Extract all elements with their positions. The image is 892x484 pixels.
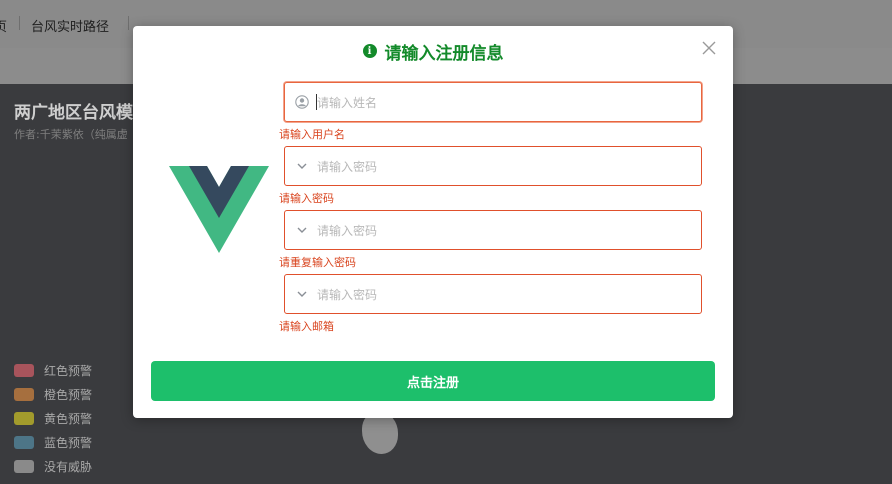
password-input[interactable]: 请输入密码 xyxy=(284,146,702,186)
password-placeholder: 请输入密码 xyxy=(317,160,378,174)
legend-swatch xyxy=(14,387,34,401)
email-input[interactable]: 请输入密码 xyxy=(284,274,702,314)
legend-label: 黄色预警 xyxy=(44,411,93,426)
page-title: 两广地区台风模 xyxy=(14,103,133,123)
chevron-down-icon xyxy=(297,291,307,297)
nav-tab-typhoon-path[interactable]: 台风实时路径 xyxy=(31,16,109,35)
info-icon: i xyxy=(362,44,377,58)
email-error: 请输入邮箱 xyxy=(279,320,334,333)
dialog-header: i 请输入注册信息 xyxy=(133,38,733,64)
user-icon xyxy=(295,95,309,109)
legend-swatch xyxy=(14,411,34,425)
legend-item-orange[interactable]: 橙色预警 xyxy=(14,382,92,406)
legend-item-yellow[interactable]: 黄色预警 xyxy=(14,406,92,430)
legend-item-none[interactable]: 没有威胁 xyxy=(14,454,92,478)
legend-swatch xyxy=(14,363,34,377)
legend-label: 蓝色预警 xyxy=(44,435,93,450)
legend-label: 橙色预警 xyxy=(44,387,93,402)
legend-item-blue[interactable]: 蓝色预警 xyxy=(14,430,92,454)
name-error: 请输入用户名 xyxy=(279,128,345,141)
chevron-down-icon xyxy=(297,163,307,169)
dialog-title: 请输入注册信息 xyxy=(384,43,504,64)
email-placeholder: 请输入密码 xyxy=(317,288,378,302)
legend-label: 红色预警 xyxy=(44,363,93,378)
legend-label: 没有威胁 xyxy=(44,459,93,474)
vue-logo-icon xyxy=(169,166,269,253)
legend-swatch xyxy=(14,435,34,449)
nav-divider xyxy=(128,16,129,30)
register-button[interactable]: 点击注册 xyxy=(151,361,715,401)
password-error: 请输入密码 xyxy=(279,192,334,205)
map-legend: 红色预警 橙色预警 黄色预警 蓝色预警 没有威胁 xyxy=(14,358,92,478)
repeat-password-placeholder: 请输入密码 xyxy=(317,224,378,238)
name-input[interactable]: 请输入姓名 xyxy=(284,82,702,122)
legend-item-red[interactable]: 红色预警 xyxy=(14,358,92,382)
register-dialog: i 请输入注册信息 请输入姓名 请输入用户名 请输入密码 请输入密码 请输入密码… xyxy=(133,26,733,418)
legend-swatch xyxy=(14,459,34,473)
chevron-down-icon xyxy=(297,227,307,233)
name-placeholder: 请输入姓名 xyxy=(317,96,378,110)
nav-divider xyxy=(19,16,20,30)
author-line: 作者:千茉紫依（纯属虚 xyxy=(14,128,128,141)
map-region-shape xyxy=(362,412,398,454)
repeat-password-error: 请重复输入密码 xyxy=(279,256,356,269)
nav-tab-home[interactable]: 页 xyxy=(0,16,7,35)
close-icon[interactable] xyxy=(701,40,717,56)
repeat-password-input[interactable]: 请输入密码 xyxy=(284,210,702,250)
